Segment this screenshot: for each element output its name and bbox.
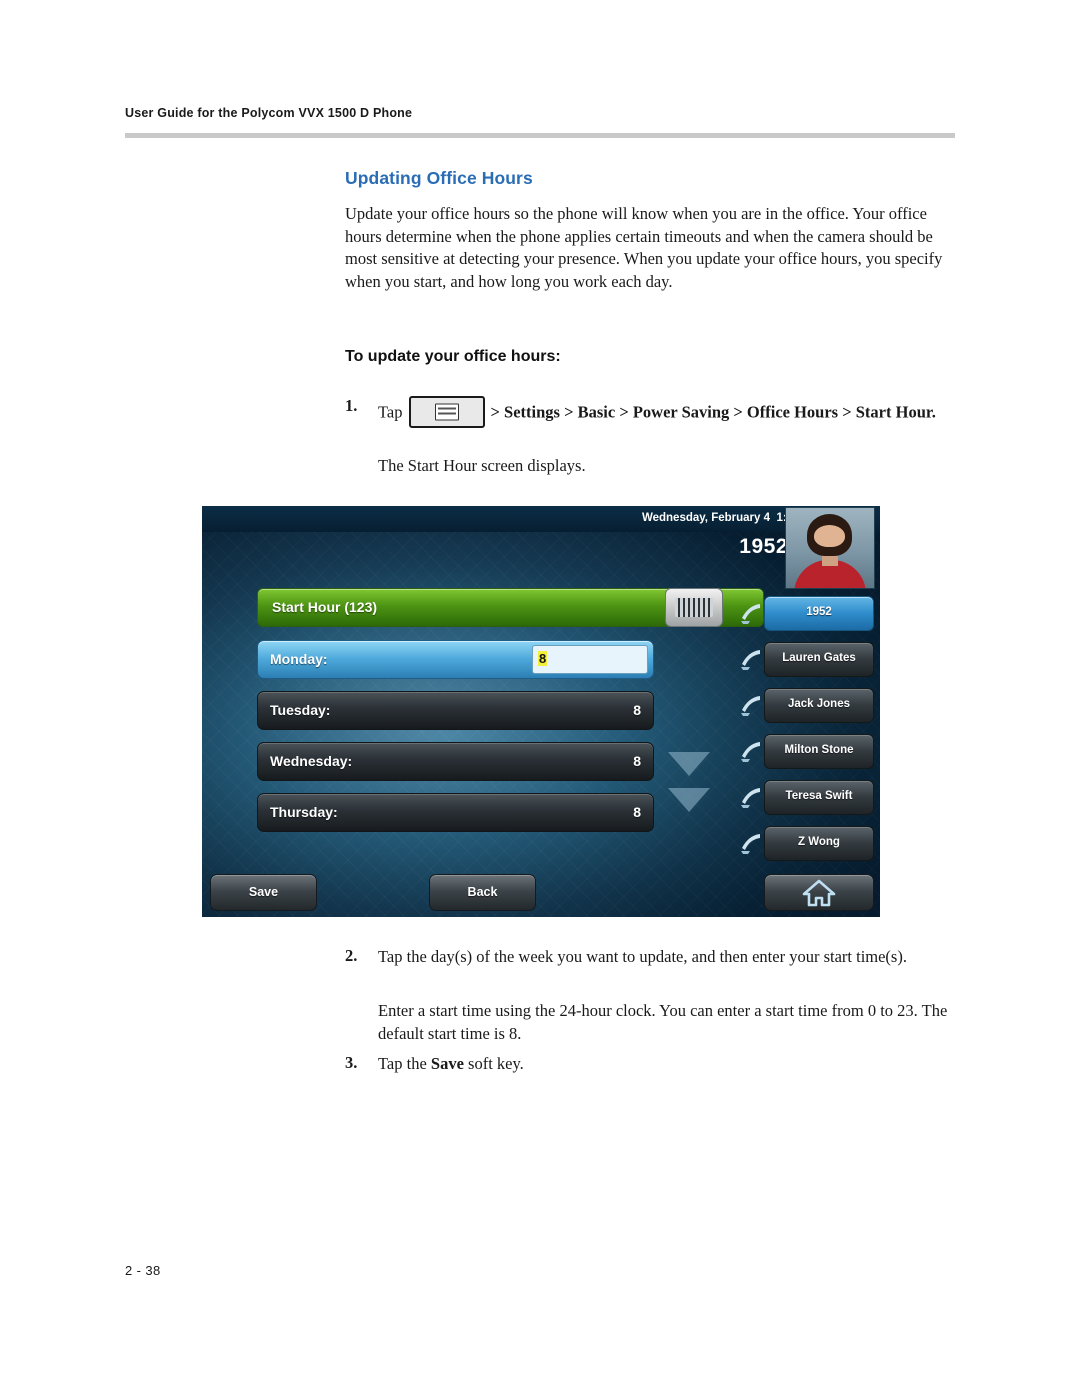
day-row-tuesday[interactable]: Tuesday: 8 <box>257 691 654 730</box>
keyboard-glyph <box>675 598 713 617</box>
step-1-text: Tap > Settings > Basic > Power Saving > O… <box>378 396 958 431</box>
line-label: 1952 <box>806 606 832 618</box>
line-key-1952[interactable]: 1952 <box>764 596 874 631</box>
handset-icon <box>738 738 764 764</box>
video-preview <box>785 507 875 589</box>
home-icon[interactable] <box>764 874 874 911</box>
day-label: Tuesday: <box>270 702 331 718</box>
step-1-prefix: Tap <box>378 402 403 422</box>
save-soft-key-label: Save <box>248 885 279 899</box>
line-label: Jack Jones <box>787 698 850 710</box>
menu-key-icon <box>408 396 485 428</box>
scroll-down-arrow-1[interactable] <box>668 752 710 776</box>
step-1-result: The Start Hour screen displays. <box>378 456 586 475</box>
menu-key-glyph <box>434 403 459 421</box>
day-label: Wednesday: <box>270 753 353 769</box>
status-date: Wednesday, February 4 <box>641 512 770 524</box>
day-row-monday[interactable]: Monday: 8 <box>257 640 654 679</box>
running-head: User Guide for the Polycom VVX 1500 D Ph… <box>125 106 413 120</box>
day-label: Thursday: <box>270 804 338 820</box>
page-number: 2 - 38 <box>125 1263 161 1278</box>
step-1-menu-path-period: . <box>931 402 936 422</box>
save-soft-key[interactable]: Save <box>210 874 317 911</box>
line-key-milton-stone[interactable]: Milton Stone <box>764 734 874 769</box>
handset-icon <box>738 692 764 718</box>
line-key-z-wong[interactable]: Z Wong <box>764 826 874 861</box>
phone-screen-figure: Wednesday, February 4 1:30 PM 1952 Start… <box>202 506 880 917</box>
step-3-number: 3. <box>345 1053 358 1072</box>
line-key-jack-jones[interactable]: Jack Jones <box>764 688 874 723</box>
line-label: Z Wong <box>798 836 840 848</box>
step-2-number: 2. <box>345 946 358 965</box>
section-title: Updating Office Hours <box>345 168 533 188</box>
handset-icon <box>738 600 764 626</box>
start-hour-value: 8 <box>538 651 548 666</box>
line-label: Lauren Gates <box>782 652 856 664</box>
keyboard-icon[interactable] <box>665 588 723 627</box>
step-1-menu-path: > Settings > Basic > Power Saving > Offi… <box>490 402 932 422</box>
day-row-wednesday[interactable]: Wednesday: 8 <box>257 742 654 781</box>
line-label: Milton Stone <box>784 744 854 756</box>
day-row-thursday[interactable]: Thursday: 8 <box>257 793 654 832</box>
day-value: 8 <box>633 804 641 820</box>
back-soft-key-label: Back <box>467 885 498 899</box>
start-hour-title-label: Start Hour (123) <box>272 599 378 615</box>
start-hour-input[interactable]: 8 <box>532 645 648 674</box>
procedure-subhead: To update your office hours: <box>345 348 561 365</box>
scroll-down-arrow-2[interactable] <box>668 788 710 812</box>
section-intro-paragraph: Update your office hours so the phone wi… <box>345 204 943 291</box>
line-label: Teresa Swift <box>785 790 853 802</box>
header-rule <box>125 133 955 138</box>
day-value: 8 <box>633 702 641 718</box>
extension-display: 1952 <box>739 535 788 558</box>
handset-icon <box>738 830 764 856</box>
step-3-prefix: Tap the <box>378 1054 427 1073</box>
line-key-lauren-gates[interactable]: Lauren Gates <box>764 642 874 677</box>
video-head <box>807 514 852 556</box>
step-2-text: Tap the day(s) of the week you want to u… <box>378 947 907 966</box>
line-key-teresa-swift[interactable]: Teresa Swift <box>764 780 874 815</box>
step-2-note: Enter a start time using the 24-hour clo… <box>378 1001 948 1043</box>
step-3-suffix: soft key. <box>468 1054 524 1073</box>
step-3-softkey-name: Save <box>430 1054 464 1073</box>
day-label: Monday: <box>270 651 328 667</box>
day-value: 8 <box>633 753 641 769</box>
document-page: User Guide for the Polycom VVX 1500 D Ph… <box>0 0 1080 1397</box>
step-3-text: Tap the Save soft key. <box>378 1053 958 1076</box>
back-soft-key[interactable]: Back <box>429 874 536 911</box>
step-1-number: 1. <box>345 396 358 415</box>
handset-icon <box>738 784 764 810</box>
handset-icon <box>738 646 764 672</box>
